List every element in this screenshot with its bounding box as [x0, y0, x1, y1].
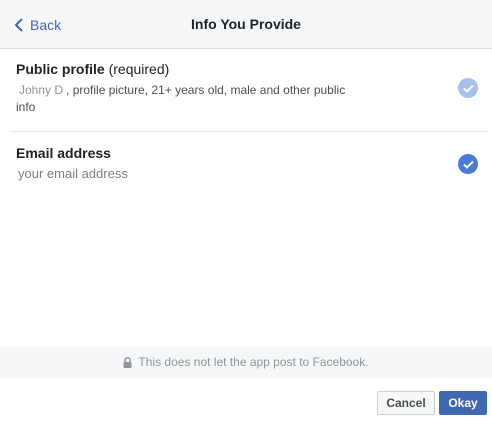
permission-description: Johny D, profile picture, 21+ years old,…	[16, 82, 356, 116]
email-checkbox[interactable]	[458, 154, 478, 174]
permission-name: Public profile	[16, 61, 105, 77]
post-permission-notice: This does not let the app post to Facebo…	[0, 346, 492, 378]
email-value: your email address	[18, 166, 128, 181]
permission-public-profile: Public profile (required) Johny D, profi…	[10, 49, 488, 132]
okay-button[interactable]: Okay	[439, 391, 487, 415]
public-profile-checkbox[interactable]	[458, 78, 478, 98]
permissions-dialog: Back Info You Provide Public profile (re…	[0, 0, 492, 422]
permission-title: Public profile (required)	[16, 61, 169, 77]
permission-qualifier: (required)	[108, 61, 170, 77]
permission-title: Email address	[16, 145, 111, 161]
dialog-title: Info You Provide	[191, 16, 301, 32]
lock-icon	[123, 356, 132, 368]
permission-name: Email address	[16, 145, 111, 161]
permission-email: Email address your email address	[10, 133, 488, 193]
cancel-button[interactable]: Cancel	[377, 391, 435, 415]
permission-details: , profile picture, 21+ years old, male a…	[16, 83, 346, 114]
checkmark-icon	[462, 160, 474, 169]
checkmark-icon	[462, 84, 474, 93]
dialog-header: Back Info You Provide	[0, 0, 492, 49]
notice-text: This does not let the app post to Facebo…	[138, 355, 369, 369]
user-name: Johny D	[19, 83, 64, 97]
